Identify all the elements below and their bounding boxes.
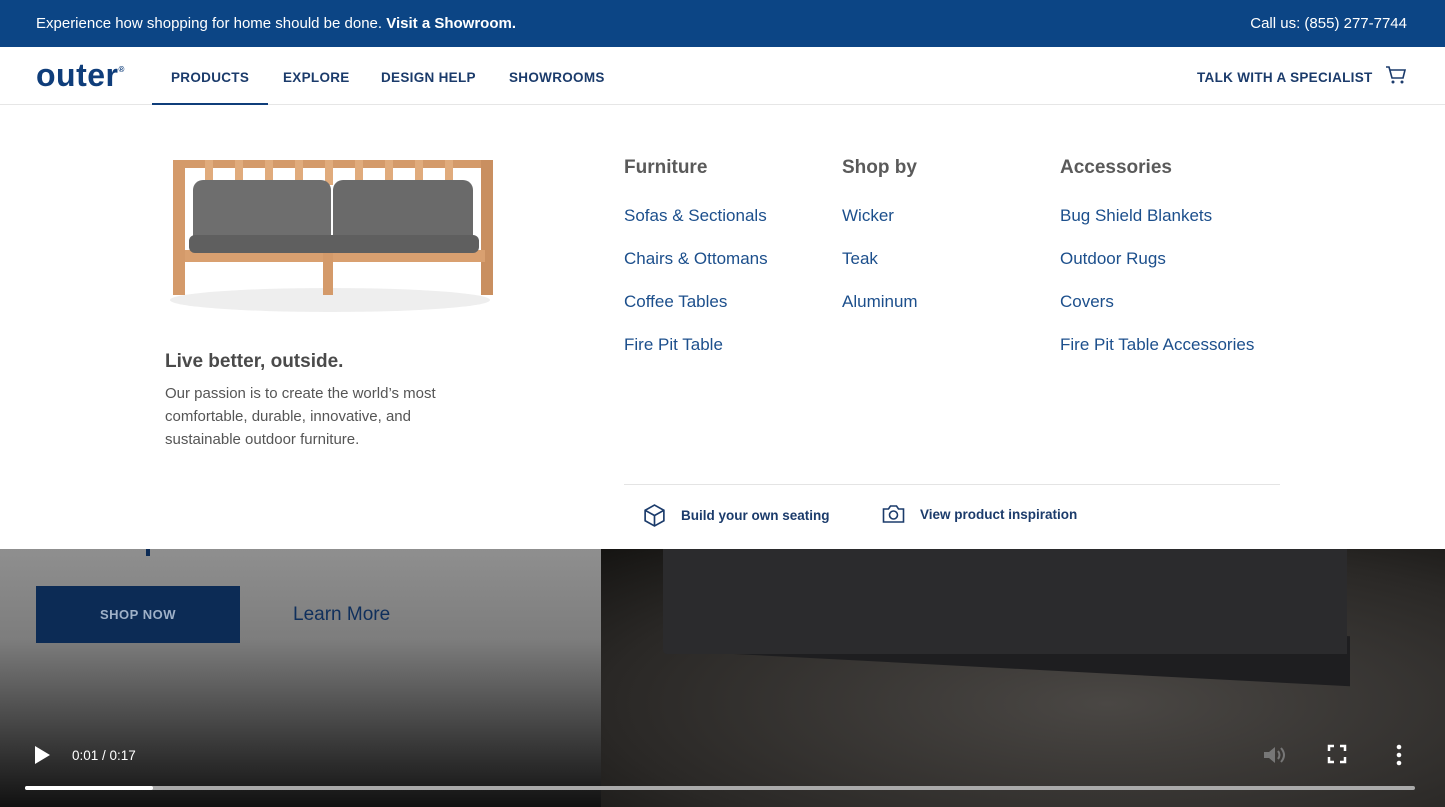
video-controls: 0:01 / 0:17 (0, 739, 1445, 807)
menu-link[interactable]: Outdoor Rugs (1060, 249, 1254, 292)
menu-link[interactable]: Covers (1060, 292, 1254, 335)
main-nav: outer® PRODUCTS EXPLORE DESIGN HELP SHOW… (0, 47, 1445, 105)
cube-icon (644, 504, 665, 527)
shop-now-button[interactable]: SHOP NOW (36, 586, 240, 643)
video-progress-fill (25, 786, 153, 790)
video-progress-bar[interactable] (25, 786, 1415, 790)
logo[interactable]: outer® (36, 57, 125, 94)
logo-text: outer (36, 57, 119, 93)
product-inspiration-label: View product inspiration (920, 506, 1078, 522)
column-title: Accessories (1060, 157, 1172, 178)
products-mega-menu: Live better, outside. Our passion is to … (0, 105, 1445, 549)
column-title: Shop by (842, 157, 917, 178)
video-time: 0:01 / 0:17 (72, 748, 136, 763)
divider (624, 484, 1280, 485)
furniture-column: Furniture Sofas & Sectionals Chairs & Ot… (624, 157, 768, 378)
nav-showrooms[interactable]: SHOWROOMS (509, 70, 605, 85)
tagline-description: Our passion is to create the world’s mos… (165, 385, 436, 448)
learn-more-link[interactable]: Learn More (293, 604, 390, 626)
talk-specialist-link[interactable]: TALK WITH A SPECIALIST (1197, 70, 1373, 85)
menu-link[interactable]: Fire Pit Table (624, 335, 768, 378)
nav-design-help[interactable]: DESIGN HELP (381, 70, 476, 85)
visit-showroom-link[interactable]: Visit a Showroom. (386, 15, 516, 32)
fire-pit-table (663, 549, 1347, 654)
menu-link[interactable]: Sofas & Sectionals (624, 206, 768, 249)
product-inspiration-link[interactable]: View product inspiration (881, 503, 1077, 525)
announcement-bar: Experience how shopping for home should … (0, 0, 1445, 47)
menu-link[interactable]: Fire Pit Table Accessories (1060, 335, 1254, 378)
accessories-column: Accessories Bug Shield Blankets Outdoor … (1060, 157, 1254, 378)
heading-fragment (146, 549, 150, 556)
announcement-text: Experience how shopping for home should … (36, 15, 516, 32)
more-options-icon[interactable] (1393, 744, 1405, 766)
phone-link[interactable]: Call us: (855) 277-7744 (1250, 15, 1407, 32)
hero-video[interactable]: SHOP NOW Learn More 0:01 / 0:17 (0, 549, 1445, 807)
shop-by-column: Shop by Wicker Teak Aluminum (842, 157, 918, 335)
sofa-image[interactable] (165, 150, 500, 320)
volume-icon[interactable] (1262, 744, 1288, 766)
camera-icon (882, 505, 905, 523)
cart-icon[interactable] (1385, 65, 1407, 85)
menu-link[interactable]: Bug Shield Blankets (1060, 206, 1254, 249)
build-seating-link[interactable]: Build your own seating (642, 503, 830, 528)
fullscreen-icon[interactable] (1327, 744, 1347, 764)
tagline: Live better, outside. (165, 351, 344, 372)
announcement-message: Experience how shopping for home should … (36, 15, 383, 32)
menu-link[interactable]: Chairs & Ottomans (624, 249, 768, 292)
build-seating-label: Build your own seating (681, 508, 830, 523)
play-icon[interactable] (35, 746, 50, 764)
menu-link[interactable]: Teak (842, 249, 918, 292)
menu-link[interactable]: Wicker (842, 206, 918, 249)
nav-products[interactable]: PRODUCTS (151, 70, 269, 105)
nav-explore[interactable]: EXPLORE (283, 70, 350, 85)
column-title: Furniture (624, 157, 708, 178)
menu-link[interactable]: Coffee Tables (624, 292, 768, 335)
menu-link[interactable]: Aluminum (842, 292, 918, 335)
